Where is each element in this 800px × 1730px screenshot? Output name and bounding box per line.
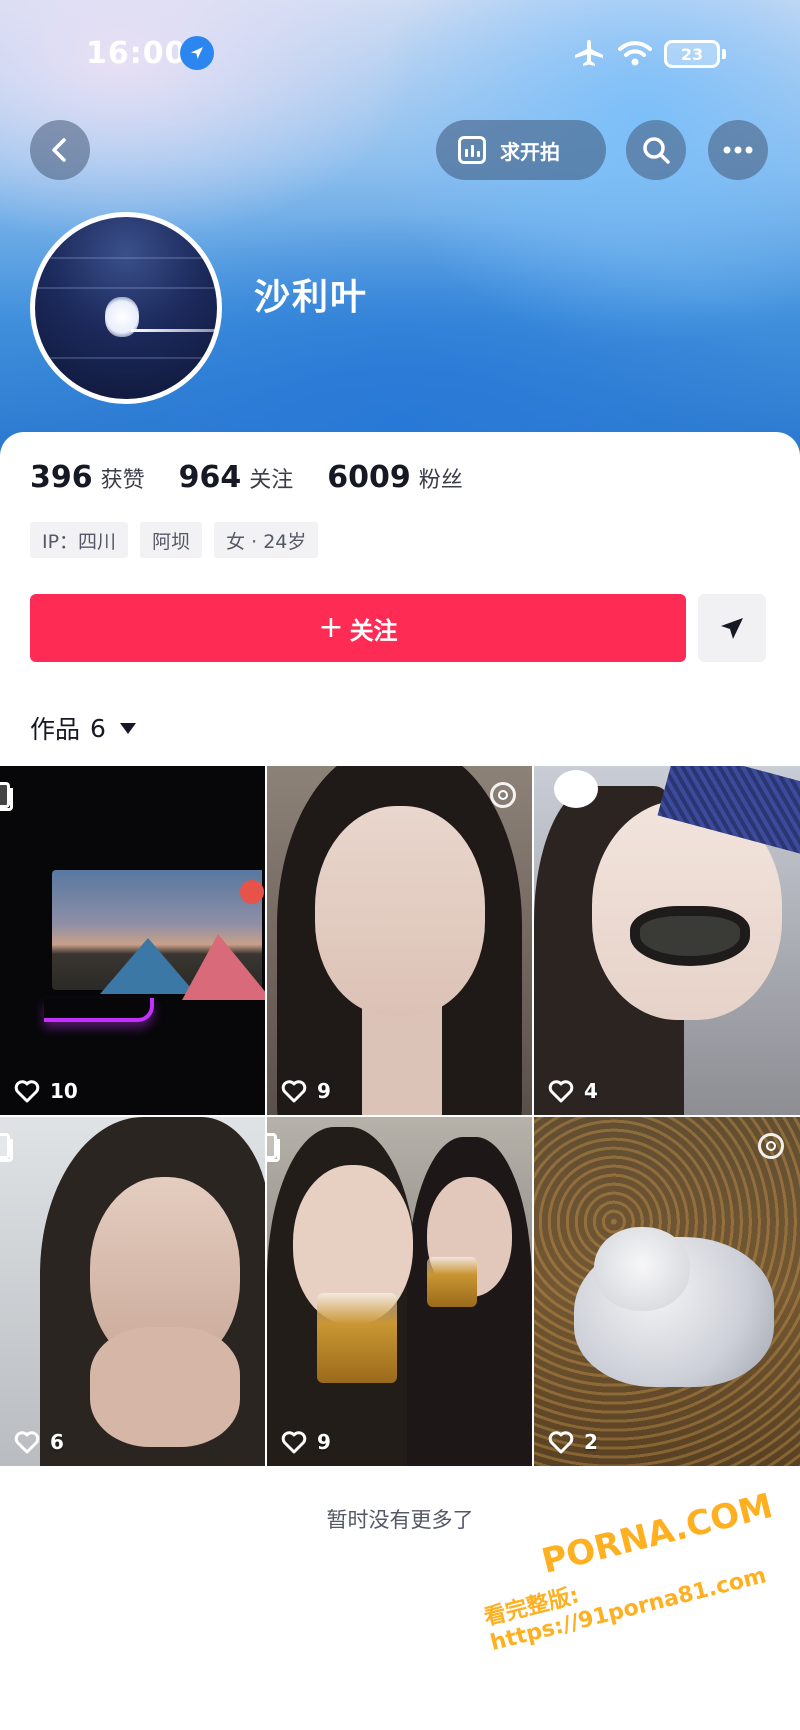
message-button[interactable] bbox=[698, 594, 766, 662]
video-tile[interactable]: 4 bbox=[534, 766, 800, 1115]
avatar-beam bbox=[131, 329, 217, 332]
heart-icon bbox=[14, 1431, 40, 1454]
thumbnail-art bbox=[427, 1257, 477, 1307]
avatar-wave bbox=[35, 257, 217, 259]
avatar[interactable] bbox=[30, 212, 222, 404]
live-photo-icon bbox=[490, 782, 516, 808]
video-likes-count: 9 bbox=[317, 1430, 331, 1454]
more-button[interactable] bbox=[708, 120, 768, 180]
creator-button[interactable]: 求开拍 bbox=[436, 120, 606, 180]
video-likes: 6 bbox=[14, 1430, 64, 1454]
profile-tags: IP：四川 阿坝 女 · 24岁 bbox=[30, 522, 319, 558]
avatar-wave bbox=[35, 287, 217, 289]
thumbnail-art bbox=[630, 906, 750, 966]
stat-label: 获赞 bbox=[100, 468, 145, 493]
search-icon bbox=[643, 137, 670, 164]
video-likes-count: 9 bbox=[317, 1079, 331, 1103]
location-arrow-icon bbox=[180, 36, 214, 70]
stat-value: 964 bbox=[178, 460, 242, 495]
region-tag: 阿坝 bbox=[140, 522, 203, 558]
stat-followers[interactable]: 6009 粉丝 bbox=[327, 460, 463, 495]
battery-tip bbox=[722, 49, 726, 59]
stat-following[interactable]: 964 关注 bbox=[179, 460, 294, 495]
thumbnail-art bbox=[240, 880, 264, 904]
ip-location-tag: IP：四川 bbox=[30, 522, 129, 558]
follow-button[interactable]: + 关注 bbox=[30, 594, 686, 662]
caret-down-icon bbox=[119, 722, 136, 734]
thumbnail-art bbox=[362, 1006, 442, 1115]
video-tile[interactable]: 9 bbox=[267, 1117, 532, 1466]
heart-icon bbox=[14, 1080, 40, 1103]
sticker-bubble bbox=[554, 770, 598, 808]
status-time: 16:00 bbox=[86, 36, 187, 71]
back-button[interactable] bbox=[30, 120, 90, 180]
battery-level: 23 bbox=[664, 40, 720, 68]
video-tile[interactable]: 9 bbox=[267, 766, 532, 1115]
send-icon bbox=[721, 618, 743, 639]
follow-button-label: 关注 bbox=[349, 616, 398, 645]
chart-icon bbox=[458, 136, 486, 164]
heart-icon bbox=[281, 1431, 307, 1454]
airplane-mode-icon bbox=[572, 38, 606, 72]
search-button[interactable] bbox=[626, 120, 686, 180]
video-likes-count: 2 bbox=[584, 1430, 598, 1454]
video-tile[interactable]: 6 bbox=[0, 1117, 265, 1466]
thumbnail-art bbox=[90, 1327, 240, 1447]
avatar-wave bbox=[35, 357, 217, 359]
more-dots-icon bbox=[723, 146, 753, 154]
thumbnail-art bbox=[594, 1227, 690, 1311]
video-likes: 9 bbox=[281, 1430, 331, 1454]
stat-value: 396 bbox=[30, 460, 93, 495]
video-tile[interactable]: 2 bbox=[534, 1117, 800, 1466]
video-likes: 9 bbox=[281, 1079, 331, 1103]
video-likes-count: 4 bbox=[584, 1079, 598, 1103]
video-likes-count: 10 bbox=[50, 1079, 78, 1103]
video-tile[interactable]: 10 bbox=[0, 766, 265, 1115]
video-likes: 10 bbox=[14, 1079, 78, 1103]
profile-nickname: 沙利叶 bbox=[254, 277, 369, 318]
video-likes: 4 bbox=[548, 1079, 598, 1103]
wifi-icon bbox=[618, 40, 652, 70]
stat-label: 关注 bbox=[249, 468, 294, 493]
heart-icon bbox=[548, 1431, 574, 1454]
video-likes-count: 6 bbox=[50, 1430, 64, 1454]
creator-button-label: 求开拍 bbox=[500, 139, 560, 164]
thumbnail-art bbox=[315, 806, 485, 1016]
heart-icon bbox=[548, 1080, 574, 1103]
heart-icon bbox=[281, 1080, 307, 1103]
works-tab-label: 作品 bbox=[30, 715, 81, 744]
works-tab-count: 6 bbox=[90, 713, 106, 743]
thumbnail-art bbox=[317, 1293, 397, 1383]
video-grid: 10 9 4 6 9 2 bbox=[0, 766, 800, 1468]
stat-label: 粉丝 bbox=[418, 468, 463, 493]
gender-age-tag: 女 · 24岁 bbox=[214, 522, 319, 558]
video-likes: 2 bbox=[548, 1430, 598, 1454]
status-bar: 16:00 23 bbox=[0, 0, 800, 110]
stat-value: 6009 bbox=[327, 460, 411, 495]
tab-works[interactable]: 作品 6 bbox=[30, 710, 136, 746]
profile-stats: 396 获赞 964 关注 6009 粉丝 bbox=[30, 460, 463, 495]
thumbnail-art bbox=[44, 998, 154, 1022]
plus-icon: + bbox=[318, 610, 344, 645]
stat-likes[interactable]: 396 获赞 bbox=[30, 460, 145, 495]
profile-banner: 16:00 23 求开拍 沙利叶 bbox=[0, 0, 800, 460]
chevron-left-icon bbox=[52, 138, 66, 162]
live-photo-icon bbox=[758, 1133, 784, 1159]
